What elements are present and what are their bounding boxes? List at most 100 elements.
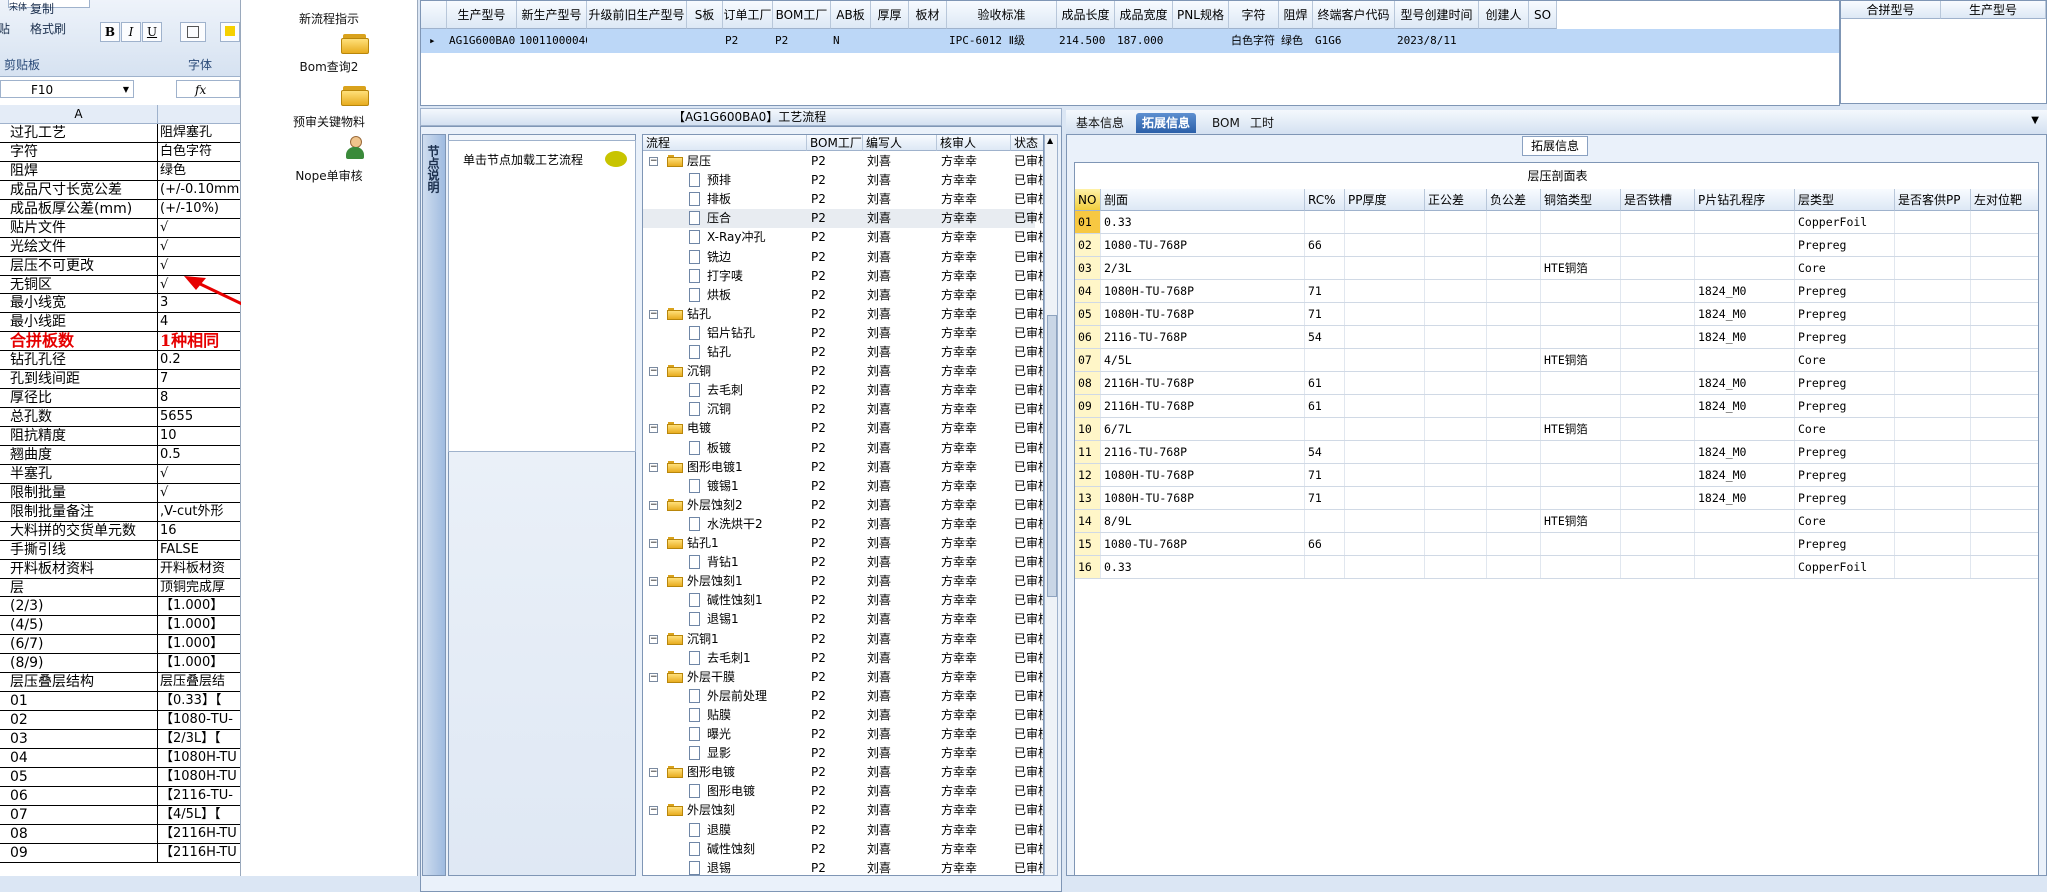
cell-empty[interactable] [1425, 211, 1487, 233]
tab-3[interactable]: 工时 [1244, 113, 1280, 133]
cell-empty[interactable] [1621, 349, 1695, 371]
cell-empty[interactable] [1971, 441, 2038, 463]
cell-empty[interactable] [1345, 464, 1425, 486]
cell-empty[interactable] [1971, 487, 2038, 509]
cell-copper[interactable]: HTE铜箔 [1541, 257, 1621, 279]
cell-b[interactable]: 【2/3L】【 [160, 730, 240, 748]
cell-b[interactable]: 【1.000】 [160, 635, 240, 653]
cell-b[interactable]: 阻焊塞孔 [160, 124, 240, 142]
cell-rc[interactable] [1305, 257, 1345, 279]
tree-node[interactable]: 排板 P2 刘喜 方幸幸 已审核 [643, 190, 1043, 209]
sheet-row[interactable]: 孔到线间距 7 [0, 370, 240, 390]
cell-a[interactable]: 最小线距 [10, 313, 156, 331]
table-row[interactable]: 08 2116H-TU-768P 61 1824_M0 Prepreg [1075, 372, 2038, 395]
cell-b[interactable]: FALSE [160, 541, 240, 559]
cell-rc[interactable] [1305, 418, 1345, 440]
column-header[interactable]: 创建人 [1479, 1, 1529, 29]
cell-b[interactable]: ,V-cut外形 [160, 503, 240, 521]
model-grid[interactable]: ▸ 生产型号AG1G600BA0新生产型号10011000040081升级前旧生产… [420, 0, 1840, 106]
cell-empty[interactable] [1345, 556, 1425, 578]
border-button[interactable] [180, 22, 206, 42]
sheet-row[interactable]: 开料板材资料 开料板材资 [0, 559, 240, 579]
column-header[interactable]: 状态 [1011, 135, 1043, 151]
tree-node[interactable]: 预排 P2 刘喜 方幸幸 已审核 [643, 171, 1043, 190]
cell-no[interactable]: 08 [1075, 372, 1101, 394]
cell-b[interactable]: 顶铜完成厚 [160, 579, 240, 597]
cell-empty[interactable] [1425, 280, 1487, 302]
cell-empty[interactable] [1345, 510, 1425, 532]
cell-no[interactable]: 10 [1075, 418, 1101, 440]
column-header[interactable]: 负公差 [1487, 189, 1541, 211]
cell-layer[interactable]: Core [1795, 510, 1895, 532]
sheet-row[interactable]: 半塞孔 √ [0, 464, 240, 484]
collapse-icon[interactable]: − [649, 672, 658, 682]
cell-empty[interactable] [1895, 533, 1971, 555]
cell-empty[interactable] [1425, 372, 1487, 394]
cell-b[interactable]: √ [160, 484, 240, 502]
cell-empty[interactable] [1425, 349, 1487, 371]
cell-no[interactable]: 04 [1075, 280, 1101, 302]
tree-node[interactable]: − 钻孔1 P2 刘喜 方幸幸 已审核 [643, 534, 1043, 553]
column-header[interactable]: 左对位靶 [1971, 189, 2038, 211]
tab-1[interactable]: 拓展信息 [1136, 113, 1197, 133]
cell-layer[interactable]: Core [1795, 349, 1895, 371]
cell-a[interactable]: 07 [10, 806, 156, 824]
tab-2[interactable]: BOM [1206, 113, 1246, 133]
tree-node[interactable]: 烘板 P2 刘喜 方幸幸 已审核 [643, 286, 1043, 305]
sheet-row[interactable]: 05 【1080H-TU [0, 767, 240, 787]
column-header[interactable]: PP厚度 [1345, 189, 1425, 211]
tree-node[interactable]: − 层压 P2 刘喜 方幸幸 已审核 [643, 152, 1043, 171]
grid-cell[interactable]: N [831, 29, 871, 53]
collapse-icon[interactable]: − [649, 309, 658, 319]
cell-empty[interactable] [1895, 464, 1971, 486]
cell-a[interactable]: 过孔工艺 [10, 124, 156, 142]
cell-layer[interactable]: Prepreg [1795, 303, 1895, 325]
cell-a[interactable]: 阻焊 [10, 162, 156, 180]
cell-empty[interactable] [1895, 395, 1971, 417]
collapse-icon[interactable]: − [649, 539, 658, 548]
cell-copper[interactable] [1541, 556, 1621, 578]
cell-no[interactable]: 14 [1075, 510, 1101, 532]
cell-layer[interactable]: Prepreg [1795, 487, 1895, 509]
cell-layer[interactable]: Prepreg [1795, 280, 1895, 302]
paste-button[interactable]: 贴 [0, 20, 10, 37]
cell-empty[interactable] [1971, 395, 2038, 417]
column-header[interactable]: NO [1075, 189, 1101, 211]
combined-model-grid[interactable]: 合拼型号 生产型号 [1840, 0, 2047, 104]
launcher-item[interactable]: 新流程指示 [241, 10, 417, 27]
cell-empty[interactable] [1345, 257, 1425, 279]
cell-rc[interactable] [1305, 556, 1345, 578]
cell-empty[interactable] [1345, 234, 1425, 256]
bold-button[interactable]: B [100, 22, 120, 42]
cell-a[interactable]: 限制批量 [10, 484, 156, 502]
grid-cell[interactable]: 绿色 [1279, 29, 1313, 53]
cell-program[interactable] [1695, 533, 1795, 555]
cell-b[interactable]: 【1080-TU- [160, 711, 240, 729]
cell-no[interactable]: 05 [1075, 303, 1101, 325]
tree-node[interactable]: 退锡 P2 刘喜 方幸幸 已审核 [643, 859, 1043, 875]
tree-node[interactable]: − 钻孔 P2 刘喜 方幸幸 已审核 [643, 305, 1043, 324]
sheet-row[interactable]: 阻抗精度 10 [0, 427, 240, 446]
column-header[interactable]: 层类型 [1795, 189, 1895, 211]
column-header[interactable]: 生产型号 [1941, 1, 2046, 19]
flow-scrollbar[interactable]: ▲ [1044, 134, 1058, 876]
cell-empty[interactable] [1895, 326, 1971, 348]
collapse-icon[interactable]: − [649, 806, 658, 816]
sheet-row[interactable]: 钻孔孔径 0.2 [0, 351, 240, 371]
cell-copper[interactable] [1541, 303, 1621, 325]
cell-empty[interactable] [1895, 234, 1971, 256]
column-header[interactable]: 成品宽度 [1115, 1, 1173, 29]
tree-node[interactable]: 镀锡1 P2 刘喜 方幸幸 已审核 [643, 477, 1043, 496]
cell-rc[interactable]: 54 [1305, 441, 1345, 463]
cell-copper[interactable] [1541, 487, 1621, 509]
sheet-row[interactable]: (6/7) 【1.000】 [0, 635, 240, 655]
cell-empty[interactable] [1621, 395, 1695, 417]
cell-empty[interactable] [1487, 257, 1541, 279]
launcher-item[interactable]: 预审关键物料 [241, 113, 417, 130]
cell-empty[interactable] [1345, 211, 1425, 233]
tree-node[interactable]: 外层前处理 P2 刘喜 方幸幸 已审核 [643, 687, 1043, 706]
cell-rc[interactable] [1305, 349, 1345, 371]
grid-cell[interactable]: 白色字符 [1229, 29, 1279, 53]
tree-node[interactable]: 显影 P2 刘喜 方幸幸 已审核 [643, 744, 1043, 763]
cell-profile[interactable]: 2116H-TU-768P [1101, 372, 1305, 394]
